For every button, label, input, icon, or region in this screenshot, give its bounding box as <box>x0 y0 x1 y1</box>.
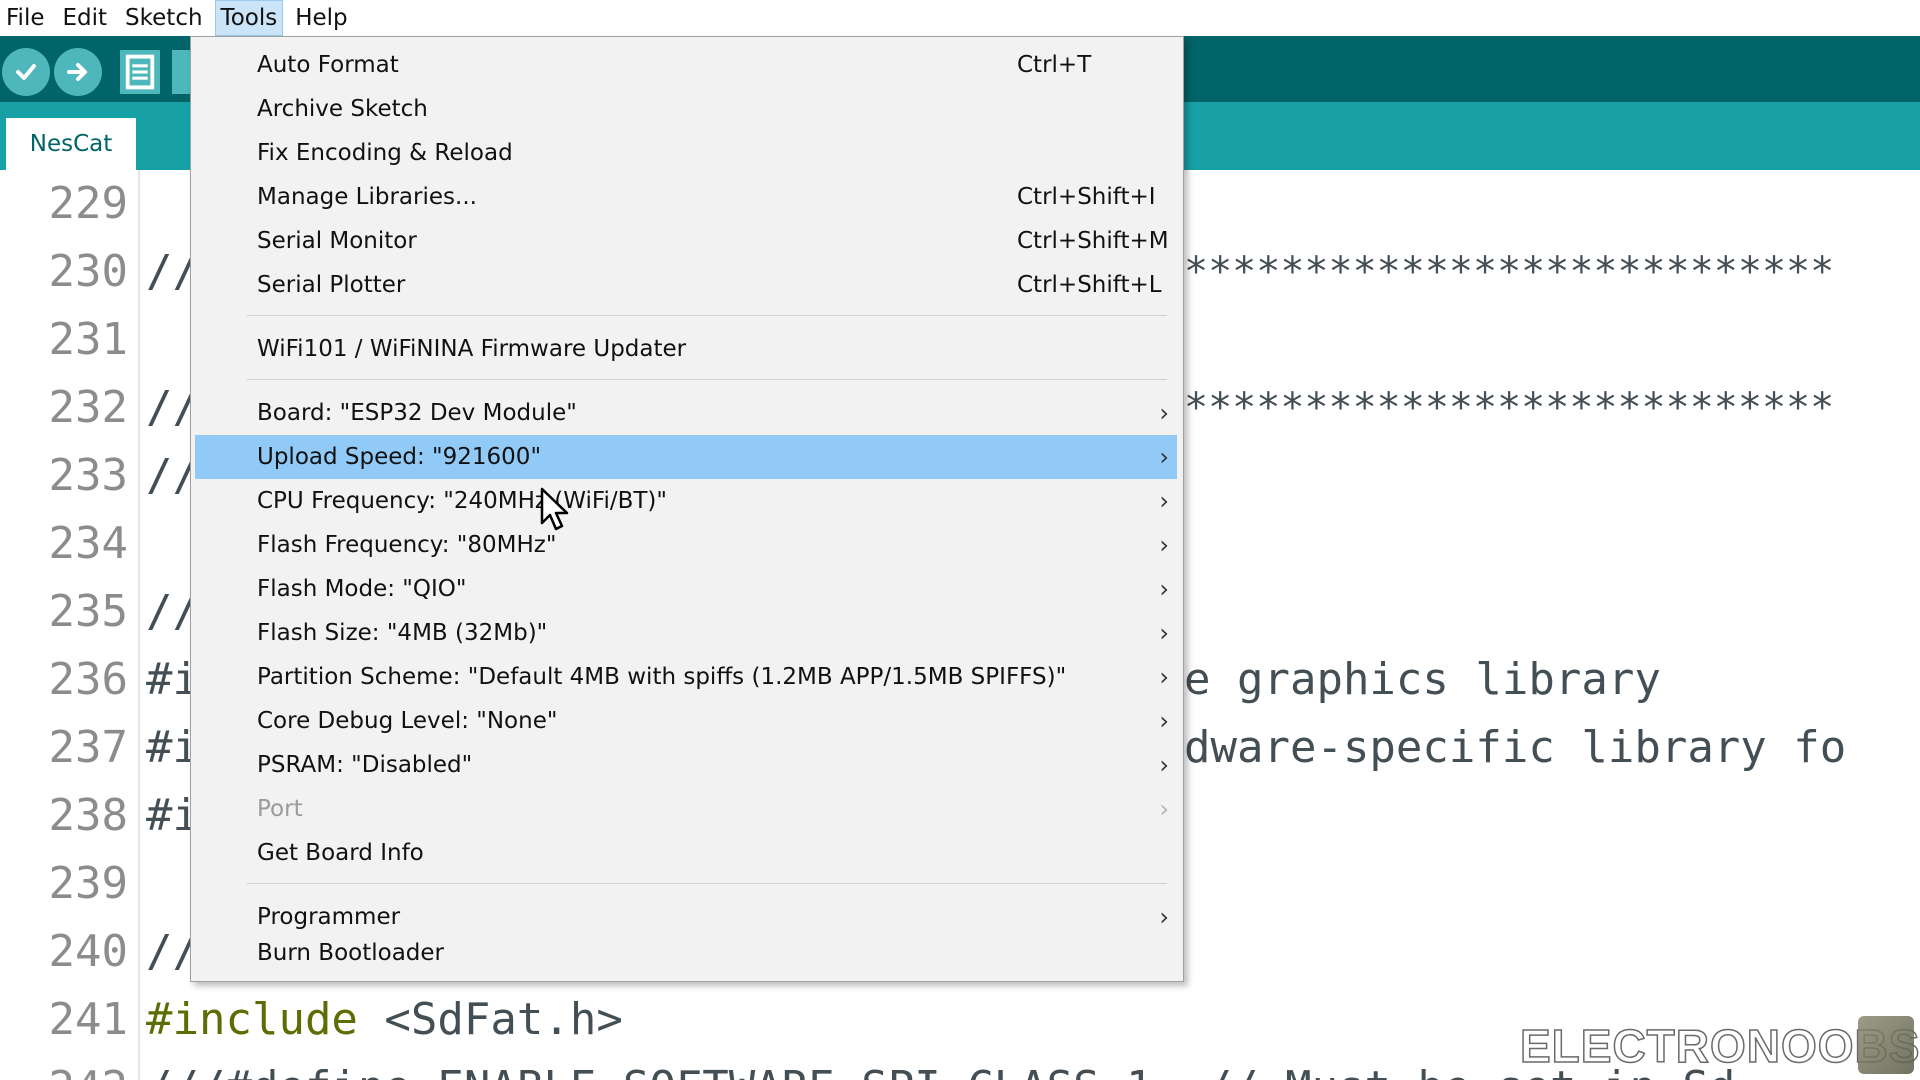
menu-item-label: Auto Format <box>257 52 399 78</box>
menu-item-upload-speed[interactable]: Upload Speed: "921600" › <box>195 435 1177 479</box>
line-number: 239 <box>48 858 128 909</box>
tab-nescat[interactable]: NesCat <box>6 118 136 170</box>
open-sketch-button[interactable] <box>172 50 190 94</box>
line-number: 229 <box>48 178 128 229</box>
menu-item-serial-plotter[interactable]: Serial Plotter Ctrl+Shift+L <box>195 263 1177 307</box>
menu-sketch[interactable]: Sketch <box>119 0 209 36</box>
code-text: <SdFat.h> <box>357 994 623 1045</box>
menu-item-label: Burn Bootloader <box>257 940 444 966</box>
menu-item-firmware-updater[interactable]: WiFi101 / WiFiNINA Firmware Updater <box>195 327 1177 371</box>
menu-item-shortcut: Ctrl+T <box>1017 52 1092 78</box>
menu-item-cpu-frequency[interactable]: CPU Frequency: "240MHz (WiFi/BT)" › <box>195 479 1177 523</box>
menu-item-label: PSRAM: "Disabled" <box>257 752 473 778</box>
menu-item-get-board-info[interactable]: Get Board Info <box>195 831 1177 875</box>
menu-item-label: Flash Mode: "QIO" <box>257 576 467 602</box>
menu-bar: File Edit Sketch Tools Help <box>0 0 1920 36</box>
arduino-ide-window: File Edit Sketch Tools Help NesCat 229 2… <box>0 0 1920 1080</box>
line-number: 233 <box>48 450 128 501</box>
watermark-logo-icon <box>1858 1016 1914 1074</box>
line-number: 234 <box>48 518 128 569</box>
line-number: 230 <box>48 246 128 297</box>
menu-separator <box>247 883 1167 884</box>
upload-icon <box>67 63 87 81</box>
chevron-right-icon: › <box>1159 795 1169 823</box>
upload-button[interactable] <box>54 48 102 96</box>
line-number: 232 <box>48 382 128 433</box>
menu-item-label: WiFi101 / WiFiNINA Firmware Updater <box>257 336 687 362</box>
code-line-tail: *************************** <box>1184 249 1835 295</box>
menu-tools[interactable]: Tools <box>214 0 284 36</box>
menu-item-label: Partition Scheme: "Default 4MB with spif… <box>257 664 1067 690</box>
line-number: 242 <box>0 1054 128 1080</box>
menu-item-flash-size[interactable]: Flash Size: "4MB (32Mb)" › <box>195 611 1177 655</box>
menu-item-shortcut: Ctrl+Shift+L <box>1017 272 1162 298</box>
menu-item-label: Board: "ESP32 Dev Module" <box>257 400 577 426</box>
line-number: 238 <box>48 790 128 841</box>
menu-edit[interactable]: Edit <box>57 0 114 36</box>
menu-item-label: Port <box>257 796 303 822</box>
menu-item-label: Flash Size: "4MB (32Mb)" <box>257 620 548 646</box>
chevron-right-icon: › <box>1159 751 1169 779</box>
menu-item-label: Programmer <box>257 904 401 930</box>
chevron-right-icon: › <box>1159 399 1169 427</box>
menu-item-label: Core Debug Level: "None" <box>257 708 558 734</box>
code-line-tail: *************************** <box>1184 385 1835 431</box>
chevron-right-icon: › <box>1159 903 1169 931</box>
chevron-right-icon: › <box>1159 707 1169 735</box>
menu-item-flash-mode[interactable]: Flash Mode: "QIO" › <box>195 567 1177 611</box>
menu-separator <box>247 315 1167 316</box>
code-line: #include <SdFat.h> <box>146 986 623 1054</box>
menu-help[interactable]: Help <box>289 0 353 36</box>
menu-item-core-debug-level[interactable]: Core Debug Level: "None" › <box>195 699 1177 743</box>
menu-item-shortcut: Ctrl+Shift+M <box>1017 228 1169 254</box>
menu-item-label: Serial Plotter <box>257 272 406 298</box>
menu-item-label: Flash Frequency: "80MHz" <box>257 532 557 558</box>
menu-item-auto-format[interactable]: Auto Format Ctrl+T <box>195 43 1177 87</box>
code-line-tail: dware-specific library fo <box>1184 722 1847 773</box>
menu-file[interactable]: File <box>0 0 51 36</box>
verify-button[interactable] <box>2 48 50 96</box>
chevron-right-icon: › <box>1159 487 1169 515</box>
menu-item-label: CPU Frequency: "240MHz (WiFi/BT)" <box>257 488 667 514</box>
menu-item-archive-sketch[interactable]: Archive Sketch <box>195 87 1177 131</box>
line-number: 240 <box>48 926 128 977</box>
mouse-cursor-icon <box>540 487 569 531</box>
line-number: 237 <box>48 722 128 773</box>
menu-item-label: Archive Sketch <box>257 96 428 122</box>
chevron-right-icon: › <box>1159 663 1169 691</box>
code-line: ///#define ENABLE_SOFTWARE_SPI_CLASS 1 /… <box>146 1054 1735 1080</box>
watermark: ELECTRONOOBS.COM <box>1519 1019 1920 1073</box>
chevron-right-icon: › <box>1159 443 1169 471</box>
line-number: 231 <box>48 314 128 365</box>
chevron-right-icon: › <box>1159 619 1169 647</box>
menu-item-partition-scheme[interactable]: Partition Scheme: "Default 4MB with spif… <box>195 655 1177 699</box>
menu-item-psram[interactable]: PSRAM: "Disabled" › <box>195 743 1177 787</box>
tools-dropdown-menu: Auto Format Ctrl+T Archive Sketch Fix En… <box>190 36 1184 982</box>
chevron-right-icon: › <box>1159 531 1169 559</box>
code-line-tail: e graphics library <box>1184 654 1661 705</box>
code-keyword: #include <box>146 994 358 1045</box>
menu-item-label: Get Board Info <box>257 840 424 866</box>
menu-item-label: Serial Monitor <box>257 228 417 254</box>
line-number: 235 <box>48 586 128 637</box>
menu-item-label: Manage Libraries... <box>257 184 477 210</box>
menu-item-label: Fix Encoding & Reload <box>257 140 513 166</box>
menu-item-board[interactable]: Board: "ESP32 Dev Module" › <box>195 391 1177 435</box>
line-number: 241 <box>48 994 128 1045</box>
menu-item-port: Port › <box>195 787 1177 831</box>
line-number: 236 <box>48 654 128 705</box>
menu-item-burn-bootloader[interactable]: Burn Bootloader <box>195 931 1177 975</box>
menu-item-manage-libraries[interactable]: Manage Libraries... Ctrl+Shift+I <box>195 175 1177 219</box>
menu-item-serial-monitor[interactable]: Serial Monitor Ctrl+Shift+M <box>195 219 1177 263</box>
menu-item-flash-frequency[interactable]: Flash Frequency: "80MHz" › <box>195 523 1177 567</box>
menu-item-fix-encoding[interactable]: Fix Encoding & Reload <box>195 131 1177 175</box>
menu-item-shortcut: Ctrl+Shift+I <box>1017 184 1156 210</box>
new-sketch-button[interactable] <box>120 50 160 94</box>
chevron-right-icon: › <box>1159 575 1169 603</box>
menu-separator <box>247 379 1167 380</box>
menu-item-label: Upload Speed: "921600" <box>257 444 542 470</box>
new-icon <box>125 54 155 90</box>
verify-icon <box>16 64 36 80</box>
